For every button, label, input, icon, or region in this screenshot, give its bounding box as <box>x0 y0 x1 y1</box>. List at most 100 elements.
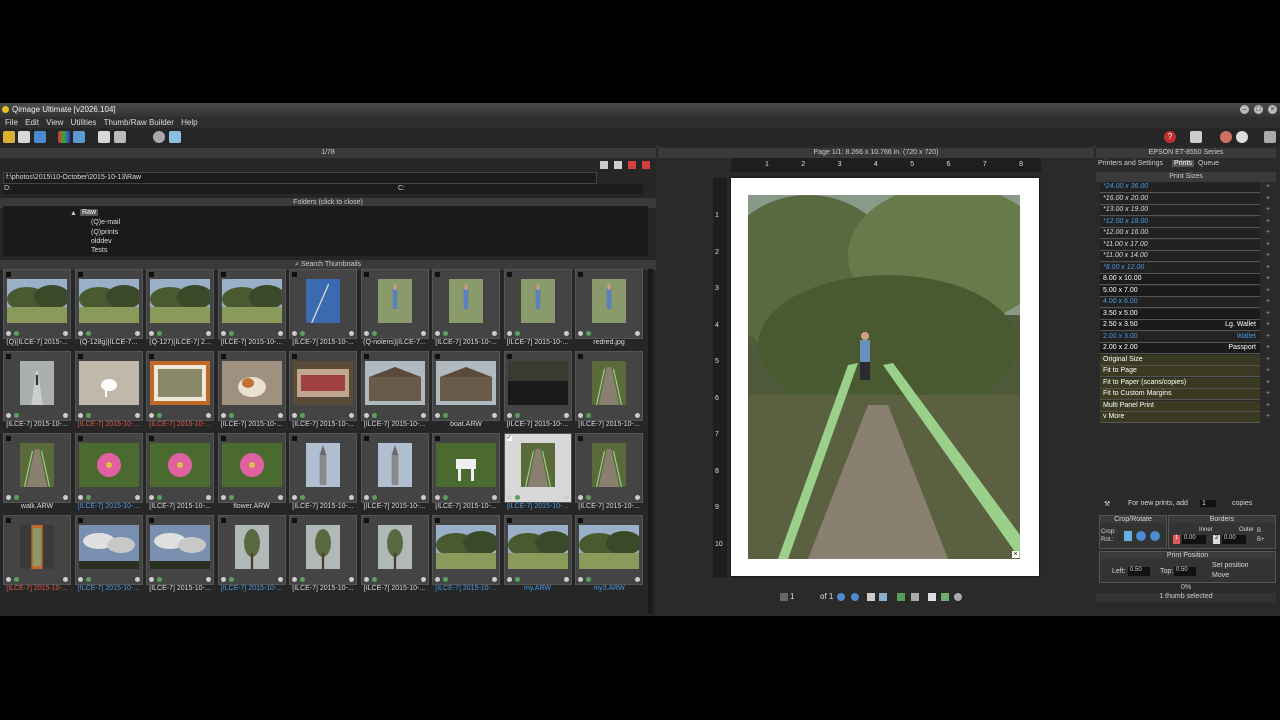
thumbnail-frame[interactable] <box>575 433 643 503</box>
inner-input[interactable]: 0.00 <box>1182 535 1206 544</box>
add-size-icon[interactable]: + <box>1266 378 1270 388</box>
thumbnail-frame[interactable] <box>289 433 357 503</box>
thumbnail-item[interactable]: [ILCE-7] 2015-10-... <box>432 515 500 595</box>
thumbnail-frame[interactable] <box>217 351 286 421</box>
thumbnail-checkbox[interactable] <box>220 354 226 359</box>
tab-prints[interactable]: Prints <box>1172 160 1194 167</box>
print-size-item[interactable]: *16.00 x 20.00 + <box>1100 193 1270 205</box>
thumbnail-checkbox[interactable] <box>506 354 512 359</box>
thumbnail-checkbox[interactable] <box>6 518 11 523</box>
thumbnail-options-icon[interactable] <box>206 577 211 582</box>
thumbnail-frame[interactable] <box>575 269 643 339</box>
thumbnail-options-icon[interactable] <box>134 413 140 418</box>
menu-help[interactable]: Help <box>181 118 197 127</box>
print-size-item[interactable]: Original Size + <box>1100 354 1270 366</box>
thumbnail-checkbox[interactable] <box>435 518 440 523</box>
thumbnail-scrollbar[interactable] <box>648 269 653 614</box>
thumbnail-options-icon[interactable] <box>420 577 426 582</box>
print-page[interactable]: × <box>731 178 1039 576</box>
help-icon[interactable]: ? <box>1164 131 1176 143</box>
user-icon[interactable] <box>153 131 165 143</box>
menu-file[interactable]: File <box>5 118 18 127</box>
thumbnail-options-icon[interactable] <box>492 331 497 336</box>
thumbnail-frame[interactable] <box>289 269 357 339</box>
thumbnail-item[interactable]: [ILCE-7] 2015-10-... <box>432 269 500 349</box>
thumbnail-info-icon[interactable] <box>220 495 226 500</box>
thumbnail-info-icon[interactable] <box>77 495 83 500</box>
thumbnail-frame[interactable] <box>503 269 572 339</box>
thumbnail-checkbox[interactable] <box>220 436 226 441</box>
thumbnail-options-icon[interactable] <box>63 495 68 500</box>
thumbnail-checkbox[interactable] <box>363 354 369 359</box>
thumbnail-info-icon[interactable] <box>578 577 583 582</box>
add-size-icon[interactable]: + <box>1266 194 1270 204</box>
thumbnail-info-icon[interactable] <box>220 413 226 418</box>
thumbnail-item[interactable]: (Q-nolens)[ILCE-7... <box>360 269 429 349</box>
thumbnail-options-icon[interactable] <box>563 413 569 418</box>
thumbnail-frame[interactable] <box>575 515 643 585</box>
add-size-icon[interactable]: + <box>1266 401 1270 411</box>
thumbnail-info-icon[interactable] <box>6 577 11 582</box>
thumbnail-frame[interactable] <box>74 269 143 339</box>
thumbnail-item[interactable]: [ILCE-7] 2015-10-... <box>575 351 643 431</box>
thumbnail-frame[interactable] <box>146 515 214 585</box>
thumbnail-frame[interactable] <box>503 351 572 421</box>
thumbnail-item[interactable]: [ILCE-7] 2015-10-... <box>74 515 143 595</box>
layout-icon[interactable] <box>169 131 181 143</box>
wrench-icon[interactable]: ⚒ <box>1104 500 1110 508</box>
thumbnail-options-icon[interactable] <box>134 495 140 500</box>
close-icon[interactable]: × <box>1268 105 1277 114</box>
tab-queue[interactable]: Queue <box>1198 160 1219 167</box>
folder-olddev[interactable]: olddev <box>91 238 112 245</box>
add-size-icon[interactable]: + <box>1266 251 1270 261</box>
thumbnail-info-icon[interactable] <box>435 577 440 582</box>
thumbnail-options-icon[interactable] <box>277 577 283 582</box>
print-size-item[interactable]: Fit to Paper (scans/copies) + <box>1100 377 1270 389</box>
border-b-option[interactable]: B <box>1257 528 1261 534</box>
thumbnail-checkbox[interactable] <box>506 518 512 523</box>
thumbnail-item[interactable]: walk.ARW <box>3 433 71 513</box>
thumbnail-frame[interactable] <box>217 515 286 585</box>
page-view-icon[interactable] <box>867 593 875 601</box>
thumbnail-item[interactable]: [ILCE-7] 2015-10-... <box>360 351 429 431</box>
document-icon[interactable] <box>928 593 936 601</box>
add-size-icon[interactable]: + <box>1266 263 1270 273</box>
sort-icon[interactable] <box>600 161 608 169</box>
thumbnail-item[interactable]: [ILCE-7] 2015-10-... <box>74 351 143 431</box>
thumbnail-item[interactable]: [ILCE-7] 2015-10-... <box>146 515 214 595</box>
thumbnail-options-icon[interactable] <box>492 413 497 418</box>
print-size-item[interactable]: Fit to Page + <box>1100 366 1270 377</box>
grid-icon[interactable] <box>911 593 919 601</box>
thumbnail-info-icon[interactable] <box>149 495 154 500</box>
menu-view[interactable]: View <box>46 118 63 127</box>
print-size-item[interactable]: *13.00 x 19.00 + <box>1100 205 1270 216</box>
zoom-in-icon[interactable] <box>837 593 845 601</box>
rotate-left-icon[interactable] <box>1136 531 1146 541</box>
menu-thumb-raw-builder[interactable]: Thumb/Raw Builder <box>104 118 174 127</box>
thumbnail-info-icon[interactable] <box>292 577 297 582</box>
thumbnail-options-icon[interactable] <box>349 413 354 418</box>
thumbnail-item[interactable]: (Q-128g)[ILCE-7... <box>74 269 143 349</box>
thumbnail-info-icon[interactable] <box>220 331 226 336</box>
top-input[interactable]: 0.50 <box>1174 567 1196 576</box>
left-input[interactable]: 0.50 <box>1128 567 1150 576</box>
print-icon[interactable] <box>98 131 110 143</box>
thumbnail-checkbox[interactable] <box>292 354 297 359</box>
thumbnail-frame[interactable] <box>217 269 286 339</box>
thumbnail-item[interactable]: my.ARW <box>503 515 572 595</box>
thumbnail-frame[interactable] <box>432 351 500 421</box>
thumbnail-item[interactable]: [ILCE-7] 2015-10-... <box>217 351 286 431</box>
rotate-right-icon[interactable] <box>1150 531 1160 541</box>
set-position-option[interactable]: Set position <box>1212 562 1249 569</box>
thumbnail-checkbox[interactable] <box>578 436 583 441</box>
thumbnail-info-icon[interactable] <box>506 577 512 582</box>
add-size-icon[interactable]: + <box>1266 182 1270 192</box>
thumbnail-info-icon[interactable] <box>6 413 11 418</box>
refresh-icon[interactable] <box>73 131 85 143</box>
thumbnail-frame[interactable] <box>432 515 500 585</box>
thumbnail-info-icon[interactable] <box>506 413 512 418</box>
thumbnail-options-icon[interactable] <box>563 577 569 582</box>
multi-page-icon[interactable] <box>879 593 887 601</box>
thumbnail-item[interactable]: (Q)[ILCE-7] 2015-... <box>3 269 71 349</box>
printer-icon[interactable] <box>1190 131 1202 143</box>
